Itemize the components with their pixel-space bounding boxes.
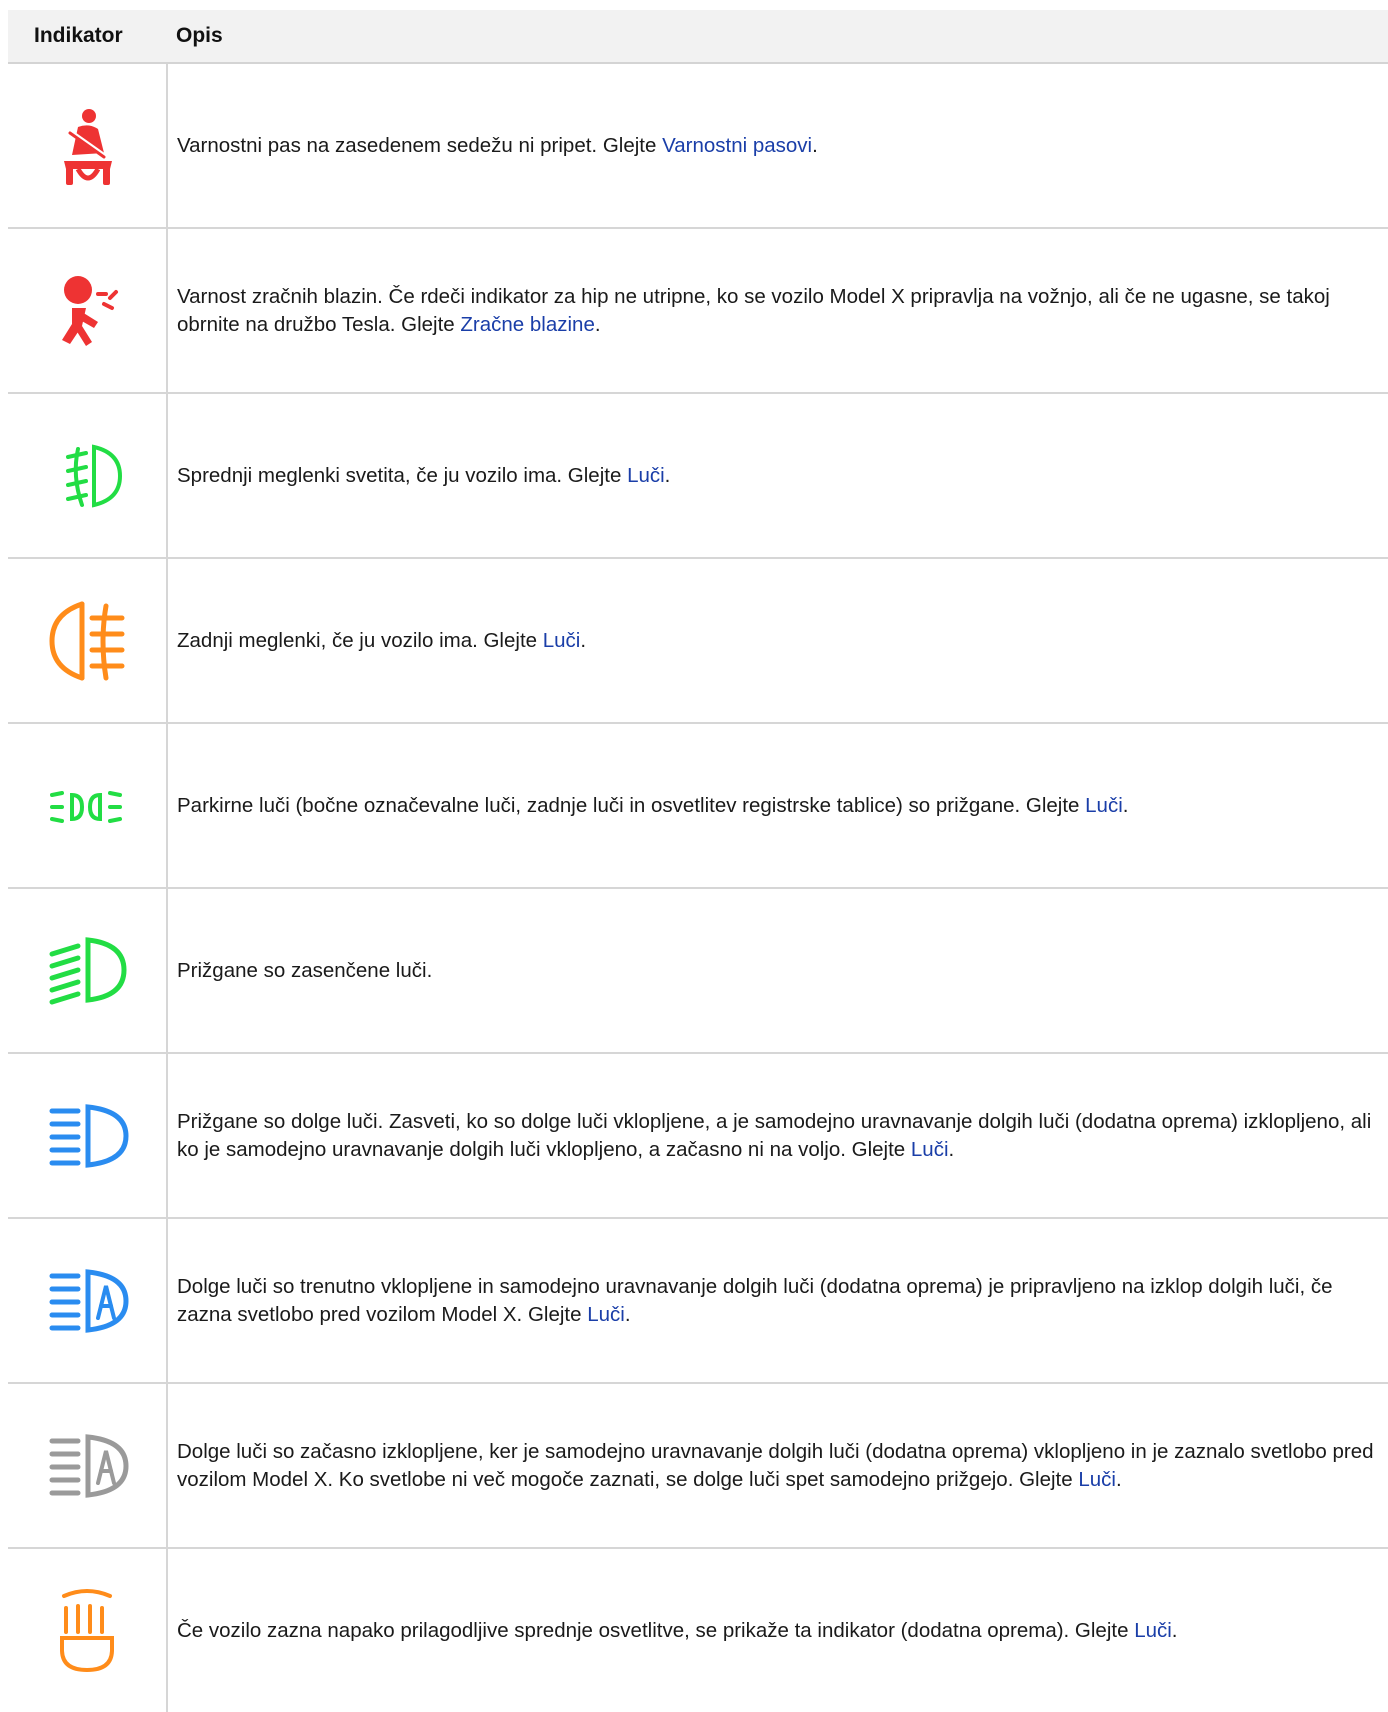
indicator-cell [8, 1053, 168, 1219]
airbag-warning-icon [42, 268, 132, 354]
auto-high-beam-active-icon [42, 1258, 132, 1344]
description-text: Sprednji meglenki svetita, če ju vozilo … [177, 463, 628, 487]
header-indicator: Indikator [8, 10, 167, 64]
description-text: Varnostni pas na zasedenem sedežu ni pri… [177, 133, 663, 157]
description-cell: Dolge luči so trenutno vklopljene in sam… [167, 1218, 1388, 1384]
table-row: Parkirne luči (bočne označevalne luči, z… [8, 723, 1388, 889]
indicator-cell [8, 393, 168, 559]
description-cell: Prižgane so zasenčene luči. [167, 888, 1388, 1054]
indicator-cell [8, 228, 168, 394]
link-seatbelts[interactable]: Varnostni pasovi [662, 134, 812, 157]
link-lights[interactable]: Luči [587, 1303, 625, 1326]
indicator-cell [8, 63, 168, 229]
description-end: . [1171, 1618, 1178, 1642]
description-cell: Zadnji meglenki, če ju vozilo ima. Glejt… [167, 558, 1388, 724]
description-cell: Sprednji meglenki svetita, če ju vozilo … [167, 393, 1388, 559]
table-row: Zadnji meglenki, če ju vozilo ima. Glejt… [8, 558, 1388, 724]
description-end: . [624, 1302, 631, 1326]
table-row: Sprednji meglenki svetita, če ju vozilo … [8, 393, 1388, 559]
link-lights[interactable]: Luči [1134, 1619, 1172, 1642]
link-lights[interactable]: Luči [1085, 794, 1123, 817]
description-cell: Prižgane so dolge luči. Zasveti, ko so d… [167, 1053, 1388, 1219]
table-row: Prižgane so dolge luči. Zasveti, ko so d… [8, 1053, 1388, 1219]
description-text: Varnost zračnih blazin. Če rdeči indikat… [177, 284, 1330, 336]
table-row: Varnostni pas na zasedenem sedežu ni pri… [8, 63, 1388, 229]
description-cell: Če vozilo zazna napako prilagodljive spr… [167, 1548, 1388, 1712]
link-lights[interactable]: Luči [1078, 1468, 1116, 1491]
link-lights[interactable]: Luči [543, 629, 581, 652]
description-text: Prižgane so dolge luči. Zasveti, ko so d… [177, 1109, 1372, 1161]
seatbelt-warning-icon [42, 103, 132, 189]
table-row: Če vozilo zazna napako prilagodljive spr… [8, 1548, 1388, 1712]
description-end: . [812, 133, 818, 157]
table-row: Dolge luči so začasno izklopljene, ker j… [8, 1383, 1388, 1549]
description-cell: Varnostni pas na zasedenem sedežu ni pri… [167, 63, 1388, 229]
description-cell: Dolge luči so začasno izklopljene, ker j… [167, 1383, 1388, 1549]
indicator-cell [8, 558, 168, 724]
description-end: . [1115, 1467, 1122, 1491]
indicator-cell [8, 1548, 168, 1712]
description-text: Dolge luči so začasno izklopljene, ker j… [177, 1439, 1374, 1491]
description-text: Zadnji meglenki, če ju vozilo ima. Glejt… [177, 628, 543, 652]
auto-high-beam-inactive-icon [42, 1423, 132, 1509]
table-row: Varnost zračnih blazin. Če rdeči indikat… [8, 228, 1388, 394]
description-end: . [594, 312, 601, 336]
indicator-table: Indikator Opis Varnostni pas na zasedene… [8, 10, 1388, 1712]
table-header-row: Indikator Opis [8, 10, 1388, 64]
indicator-cell [8, 723, 168, 889]
indicator-cell [8, 888, 168, 1054]
description-text: Dolge luči so trenutno vklopljene in sam… [177, 1274, 1333, 1326]
high-beam-icon [42, 1093, 132, 1179]
table-row: Prižgane so zasenčene luči. [8, 888, 1388, 1054]
description-text: Če vozilo zazna napako prilagodljive spr… [177, 1618, 1135, 1642]
front-fog-lights-icon [42, 433, 132, 519]
description-cell: Parkirne luči (bočne označevalne luči, z… [167, 723, 1388, 889]
header-description: Opis [167, 10, 1388, 64]
rear-fog-lights-icon [42, 598, 132, 684]
parking-lights-icon [42, 763, 132, 849]
description-text: Prižgane so zasenčene luči. [177, 958, 433, 982]
link-airbags[interactable]: Zračne blazine [460, 313, 594, 336]
indicator-cell [8, 1218, 168, 1384]
description-end: . [664, 463, 671, 487]
indicator-table-container: Indikator Opis Varnostni pas na zasedene… [8, 10, 1388, 1712]
description-text: Parkirne luči (bočne označevalne luči, z… [177, 793, 1086, 817]
description-cell: Varnost zračnih blazin. Če rdeči indikat… [167, 228, 1388, 394]
description-end: . [1122, 793, 1129, 817]
adaptive-headlight-fault-icon [42, 1588, 132, 1674]
low-beam-icon [42, 928, 132, 1014]
description-end: . [948, 1137, 955, 1161]
table-row: Dolge luči so trenutno vklopljene in sam… [8, 1218, 1388, 1384]
link-lights[interactable]: Luči [627, 464, 665, 487]
description-end: . [580, 628, 587, 652]
indicator-cell [8, 1383, 168, 1549]
link-lights[interactable]: Luči [911, 1138, 949, 1161]
